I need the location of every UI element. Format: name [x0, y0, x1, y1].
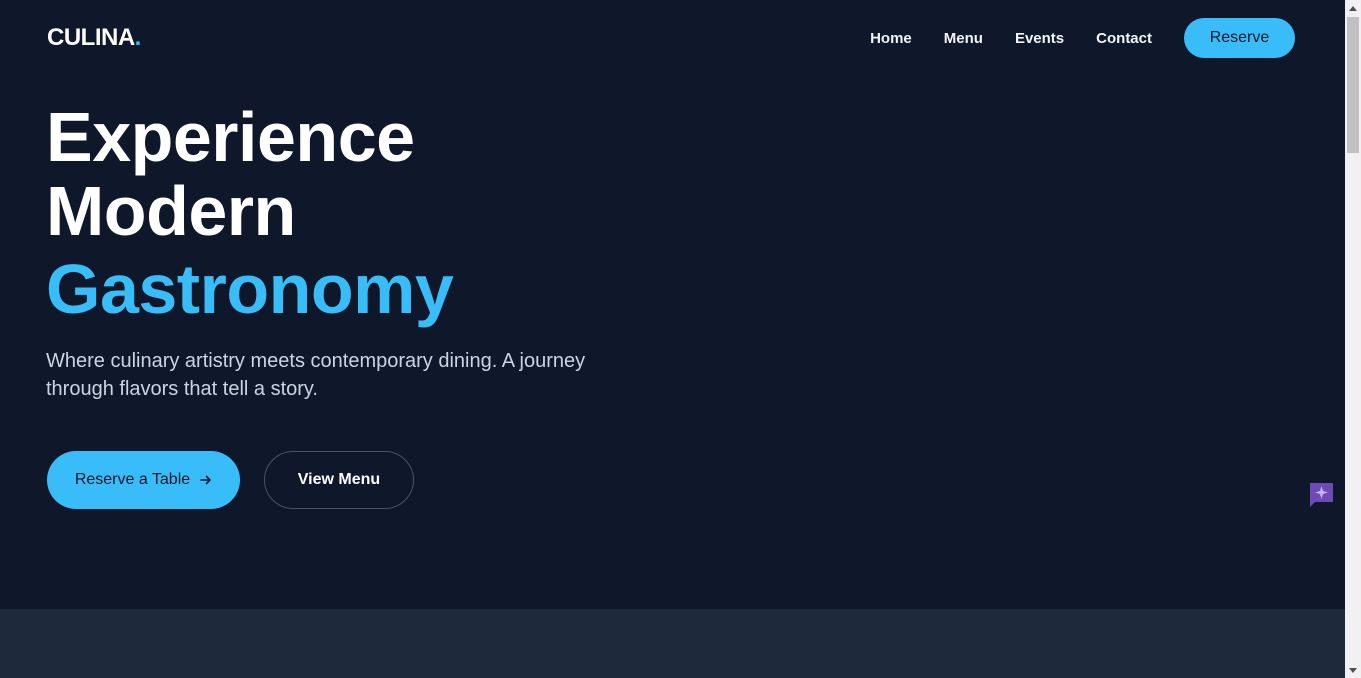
- browser-viewport: CULINA. Home Menu Events Contact Reserve…: [0, 0, 1361, 678]
- hero-title-accent: Gastronomy: [46, 250, 454, 328]
- reserve-table-button[interactable]: Reserve a Table: [47, 451, 240, 509]
- arrow-right-icon: [200, 475, 211, 485]
- logo[interactable]: CULINA.: [47, 24, 141, 52]
- hero-title-line1: Experience: [46, 98, 415, 176]
- nav-link-menu[interactable]: Menu: [944, 30, 983, 47]
- scrollbar-thumb[interactable]: [1347, 17, 1359, 153]
- scroll-down-arrow-icon[interactable]: [1345, 662, 1361, 678]
- view-menu-button[interactable]: View Menu: [264, 451, 414, 509]
- next-section: [0, 609, 1345, 678]
- nav-link-events[interactable]: Events: [1015, 30, 1064, 47]
- page: CULINA. Home Menu Events Contact Reserve…: [0, 0, 1345, 678]
- hero-subtitle: Where culinary artistry meets contempora…: [46, 350, 586, 400]
- reserve-table-label: Reserve a Table: [74, 471, 191, 488]
- main-nav: Home Menu Events Contact Reserve: [870, 18, 1295, 58]
- logo-dot: .: [134, 24, 142, 51]
- scroll-up-arrow-icon[interactable]: [1345, 0, 1361, 16]
- reserve-button[interactable]: Reserve: [1184, 18, 1295, 58]
- logo-text: CULINA: [47, 24, 135, 51]
- nav-link-home[interactable]: Home: [870, 30, 912, 47]
- hero-title: Experience Modern Gastronomy: [46, 98, 454, 328]
- nav-link-contact[interactable]: Contact: [1096, 30, 1152, 47]
- hero-title-line2: Modern: [46, 172, 296, 250]
- vertical-scrollbar[interactable]: [1345, 0, 1361, 678]
- chat-sparkle-icon[interactable]: [1309, 482, 1334, 507]
